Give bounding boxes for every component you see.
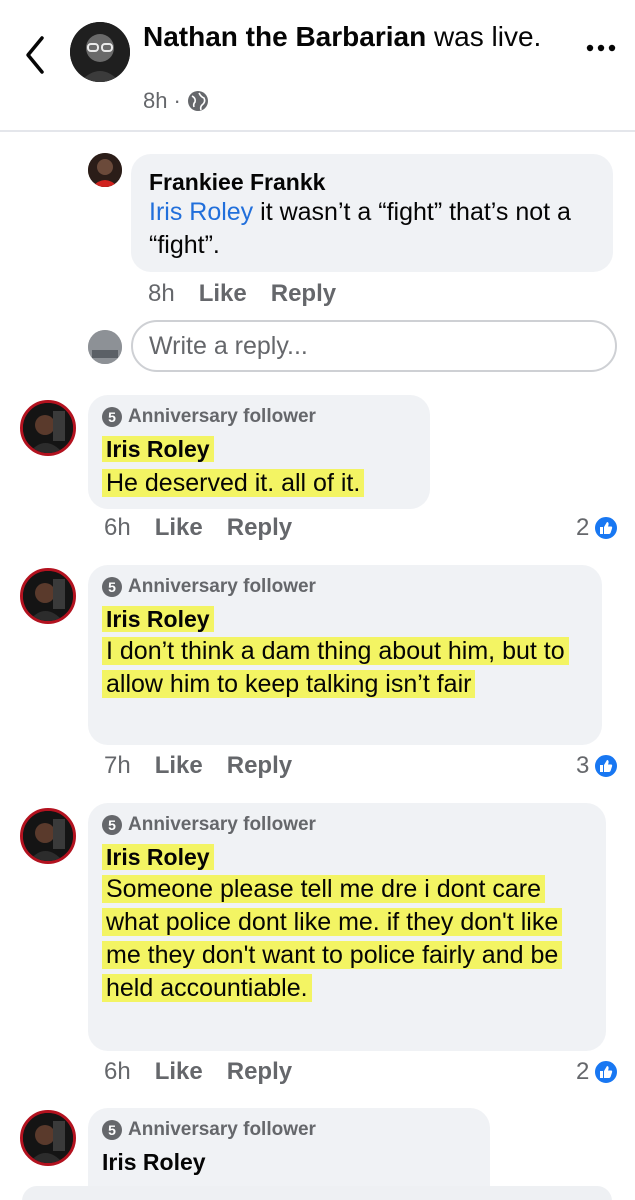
badge-label: Anniversary follower	[128, 814, 316, 835]
post-header: Nathan the Barbarian was live. 8h ·	[0, 0, 635, 132]
comment-actions: 6h Like Reply	[104, 514, 292, 542]
back-button[interactable]	[18, 30, 54, 80]
like-button[interactable]: Like	[155, 514, 203, 542]
anniversary-badge: 5 Anniversary follower	[102, 1118, 476, 1142]
like-button[interactable]: Like	[199, 280, 247, 308]
comment-text: He deserved it. all of it.	[102, 467, 416, 500]
comment-author[interactable]: Iris Roley	[102, 435, 416, 463]
badge-label: Anniversary follower	[128, 406, 316, 427]
anniversary-badge-icon: 5	[102, 1120, 122, 1140]
like-icon	[593, 1059, 620, 1085]
reply-button[interactable]: Reply	[271, 280, 336, 308]
like-button[interactable]: Like	[155, 1058, 203, 1086]
commenter-avatar[interactable]	[20, 1110, 76, 1166]
comment-text: Iris Roley it wasn’t a “fight” that’s no…	[149, 196, 595, 262]
commenter-avatar[interactable]	[20, 400, 76, 456]
globe-icon	[187, 91, 208, 111]
comment-bubble: 5 Anniversary follower Iris Roley He des…	[88, 395, 430, 509]
post-title: Nathan the Barbarian was live.	[143, 20, 573, 54]
reaction-count: 3	[576, 752, 590, 779]
comment-time[interactable]: 8h	[148, 280, 175, 308]
comment-composer-bar[interactable]	[22, 1186, 612, 1200]
more-options-button[interactable]	[584, 38, 618, 58]
post-time[interactable]: 8h	[143, 88, 167, 114]
post-action-text: was live.	[433, 21, 542, 52]
page-avatar[interactable]	[70, 22, 130, 82]
reply-button[interactable]: Reply	[227, 514, 292, 542]
like-icon	[593, 753, 620, 779]
reply-comment-bubble: Frankiee Frankk Iris Roley it wasn’t a “…	[131, 154, 613, 272]
comment-author[interactable]: Frankiee Frankk	[149, 168, 595, 196]
comment-time[interactable]: 7h	[104, 752, 131, 780]
like-button[interactable]: Like	[155, 752, 203, 780]
post-meta: 8h ·	[143, 88, 209, 114]
reply-comment-actions: 8h Like Reply	[148, 280, 336, 308]
anniversary-badge-icon: 5	[102, 407, 122, 427]
reaction-count: 2	[576, 514, 590, 541]
current-user-avatar	[88, 330, 122, 364]
badge-label: Anniversary follower	[128, 1119, 316, 1140]
commenter-avatar[interactable]	[20, 808, 76, 864]
reply-button[interactable]: Reply	[227, 752, 292, 780]
anniversary-badge-icon: 5	[102, 815, 122, 835]
comment-actions: 6h Like Reply	[104, 1058, 292, 1086]
anniversary-badge: 5 Anniversary follower	[102, 405, 416, 429]
meta-separator: ·	[173, 88, 181, 113]
comment-actions: 7h Like Reply	[104, 752, 292, 780]
page-name[interactable]: Nathan the Barbarian	[143, 21, 426, 52]
comment-text: Someone please tell me dre i dont care w…	[102, 873, 592, 1005]
comment-bubble: 5 Anniversary follower Iris Roley Someon…	[88, 803, 606, 1051]
reply-author-avatar[interactable]	[88, 153, 122, 187]
comment-author[interactable]: Iris Roley	[102, 605, 588, 633]
mention-link[interactable]: Iris Roley	[149, 198, 253, 226]
anniversary-badge: 5 Anniversary follower	[102, 813, 592, 837]
reaction-summary[interactable]: 2	[576, 1058, 620, 1086]
write-reply-input[interactable]: Write a reply...	[131, 320, 617, 372]
reaction-summary[interactable]: 2	[576, 514, 620, 542]
chevron-left-icon	[26, 36, 44, 74]
comment-bubble: 5 Anniversary follower Iris Roley I don’…	[88, 565, 602, 745]
reaction-summary[interactable]: 3	[576, 752, 620, 780]
comment-time[interactable]: 6h	[104, 1058, 131, 1086]
reply-button[interactable]: Reply	[227, 1058, 292, 1086]
anniversary-badge-icon: 5	[102, 577, 122, 597]
comment-text: I don’t think a dam thing about him, but…	[102, 635, 588, 701]
more-horizontal-icon	[586, 44, 616, 52]
comment-author[interactable]: Iris Roley	[102, 843, 592, 871]
comment-author[interactable]: Iris Roley	[102, 1148, 476, 1176]
like-icon	[593, 515, 620, 541]
reaction-count: 2	[576, 1058, 590, 1085]
commenter-avatar[interactable]	[20, 568, 76, 624]
anniversary-badge: 5 Anniversary follower	[102, 575, 588, 599]
comment-time[interactable]: 6h	[104, 514, 131, 542]
badge-label: Anniversary follower	[128, 576, 316, 597]
